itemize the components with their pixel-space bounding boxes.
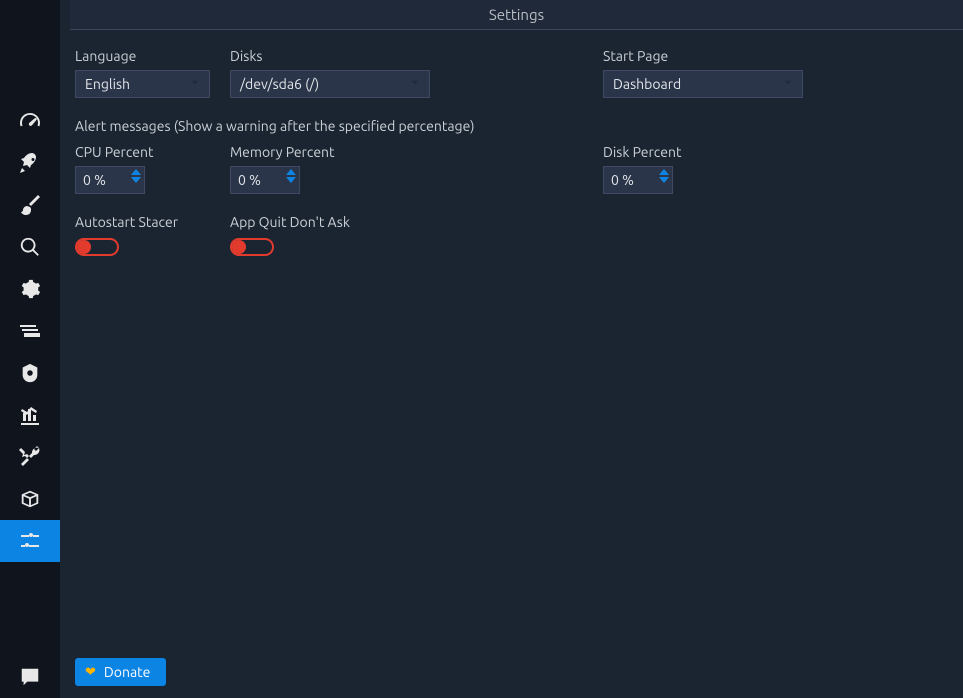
- gauge-icon: [18, 109, 42, 133]
- sidebar-item-apt[interactable]: [0, 478, 60, 520]
- toggle-knob: [232, 240, 246, 254]
- disk-percent-value: 0 %: [611, 172, 634, 188]
- sidebar-item-startup[interactable]: [0, 142, 60, 184]
- disc-icon: [19, 362, 41, 384]
- settings-content: Language English Disks /dev/sda6 (/): [60, 30, 963, 698]
- sidebar-item-services[interactable]: [0, 268, 60, 310]
- spin-down-icon[interactable]: [286, 177, 296, 183]
- app-quit-toggle[interactable]: [230, 238, 274, 256]
- sidebar-item-dashboard[interactable]: [0, 100, 60, 142]
- rocket-icon: [18, 151, 42, 175]
- comment-icon: [19, 666, 41, 688]
- language-label: Language: [75, 48, 230, 64]
- brush-icon: [18, 193, 42, 217]
- disk-percent-spinner[interactable]: 0 %: [603, 166, 673, 194]
- start-page-select[interactable]: Dashboard: [603, 70, 803, 98]
- page-title: Settings: [489, 6, 544, 23]
- sidebar-item-feedback[interactable]: [0, 656, 60, 698]
- sidebar-item-uninstaller[interactable]: [0, 352, 60, 394]
- start-page-label: Start Page: [603, 48, 948, 64]
- sidebar-item-processes[interactable]: [0, 310, 60, 352]
- chevron-down-icon: [188, 76, 202, 93]
- sidebar-item-helpers[interactable]: [0, 436, 60, 478]
- alert-message-label: Alert messages (Show a warning after the…: [75, 118, 948, 134]
- sliders-icon: [18, 529, 42, 553]
- page-title-bar: Settings: [70, 0, 963, 30]
- spin-up-icon[interactable]: [131, 169, 141, 175]
- chevron-down-icon: [408, 76, 422, 93]
- spin-up-icon[interactable]: [286, 169, 296, 175]
- sidebar: [0, 0, 60, 698]
- donate-label: Donate: [104, 664, 150, 680]
- package-icon: [19, 488, 41, 510]
- sidebar-item-settings[interactable]: [0, 520, 60, 562]
- donate-icon: ❤: [85, 665, 96, 680]
- memory-percent-label: Memory Percent: [230, 144, 510, 160]
- language-value: English: [85, 76, 130, 92]
- toggle-knob: [77, 240, 91, 254]
- sidebar-item-cleaner[interactable]: [0, 184, 60, 226]
- disks-select[interactable]: /dev/sda6 (/): [230, 70, 430, 98]
- windows-icon: [18, 319, 42, 343]
- search-icon: [19, 236, 41, 258]
- disk-percent-label: Disk Percent: [603, 144, 948, 160]
- sidebar-item-search[interactable]: [0, 226, 60, 268]
- app-quit-label: App Quit Don't Ask: [230, 214, 510, 230]
- gear-icon: [19, 278, 41, 300]
- disks-value: /dev/sda6 (/): [240, 76, 319, 92]
- donate-button[interactable]: ❤ Donate: [75, 658, 166, 686]
- disks-label: Disks: [230, 48, 510, 64]
- cpu-percent-value: 0 %: [83, 172, 106, 188]
- spin-up-icon[interactable]: [659, 169, 669, 175]
- memory-percent-spinner[interactable]: 0 %: [230, 166, 300, 194]
- sidebar-item-resources[interactable]: [0, 394, 60, 436]
- language-select[interactable]: English: [75, 70, 210, 98]
- spin-down-icon[interactable]: [659, 177, 669, 183]
- cpu-percent-spinner[interactable]: 0 %: [75, 166, 145, 194]
- chart-icon: [18, 403, 42, 427]
- chevron-down-icon: [781, 76, 795, 93]
- memory-percent-value: 0 %: [238, 172, 261, 188]
- cpu-percent-label: CPU Percent: [75, 144, 230, 160]
- autostart-toggle[interactable]: [75, 238, 119, 256]
- tools-icon: [18, 445, 42, 469]
- start-page-value: Dashboard: [613, 76, 681, 92]
- autostart-label: Autostart Stacer: [75, 214, 230, 230]
- spin-down-icon[interactable]: [131, 177, 141, 183]
